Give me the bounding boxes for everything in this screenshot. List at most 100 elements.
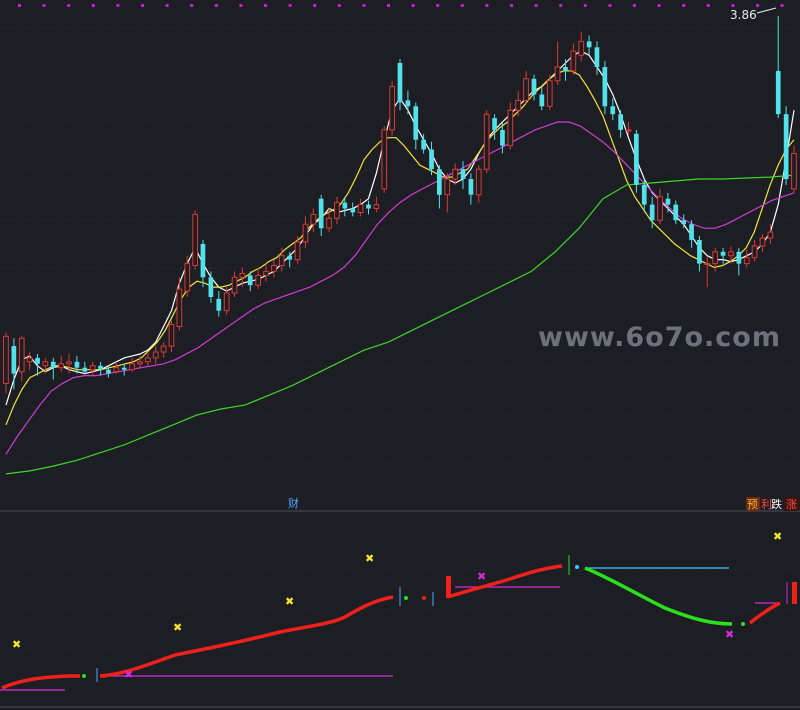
candle [82,361,88,374]
indicator-dot-5 [741,622,745,626]
top-marker-dot [91,4,95,7]
candle [791,145,797,193]
top-marker-dot [780,4,784,7]
candle [11,338,17,390]
top-marker-dot [559,4,563,7]
candle-body [366,204,371,209]
candle-body [98,365,103,370]
candle-body [278,255,285,266]
candle [483,110,490,174]
top-marker-dot [190,4,194,7]
candle [310,208,317,233]
top-marker-dot [214,4,218,7]
candle-body [176,288,183,328]
candle [413,102,419,150]
candle-body [121,367,127,370]
indicator-label-3: 跌 [771,497,782,511]
top-marker-dot [534,4,538,7]
marker-x-3: ✖ [285,595,294,608]
candle-body [531,78,537,95]
candle-body [618,114,623,130]
candle-body [751,245,758,259]
candle [618,110,623,138]
marker-x-8: ✖ [725,628,734,641]
candle [176,277,183,331]
max-price-pointer [756,7,777,14]
top-marker-dot [313,4,317,7]
candle-body [247,275,253,286]
candle [381,125,388,193]
candle-body [413,106,419,140]
candle [673,200,679,225]
candle [26,352,33,370]
top-marker-dot [608,4,612,7]
top-marker-dot [67,4,71,7]
candle [759,234,766,252]
candle-body [3,335,9,384]
indicator-label-1: 预 [747,498,758,511]
candle-body [294,241,301,261]
candle [302,216,309,248]
top-marker-dot [510,4,513,7]
candle [184,255,191,297]
candle [610,98,616,121]
marker-x-6: ✖ [124,668,133,681]
candle [775,15,781,119]
candle-body [239,272,246,278]
candle [200,240,206,288]
candle [255,267,262,290]
candle-body [437,169,442,195]
candle [563,59,568,81]
candle [192,210,199,270]
candle [578,31,585,62]
candle [357,198,364,217]
candle [318,194,324,236]
candle-body [728,251,734,257]
candle-body [318,198,324,229]
candle [444,173,451,213]
candle [460,161,466,189]
candle [437,165,442,209]
candle-body [539,94,545,107]
marker-x-7: ✖ [477,570,486,583]
candle-body [35,357,40,364]
candle-body [137,361,143,365]
candle [58,355,64,372]
candle-body [665,198,671,205]
candle [539,86,545,111]
candle [602,61,608,115]
indicator-bar-2 [792,582,797,604]
top-marker-dot [239,4,243,7]
indicator-label-4: 涨 [786,498,797,511]
candle [89,361,96,376]
candle [98,361,103,376]
candle-body [673,204,679,221]
candle-body [468,179,474,195]
candle [586,35,592,56]
top-marker-dot [633,4,636,7]
top-marker-dot [436,4,440,7]
candle-body [184,263,191,292]
top-marker-dot [337,4,341,7]
top-marker-dot [411,4,415,7]
candle-body [50,361,56,368]
candle-body [507,109,514,147]
candle [350,202,356,217]
candle [712,247,718,272]
candle [468,173,474,205]
candle [373,196,380,213]
candle-body [712,251,718,265]
watermark-text: www.6o7o.com [538,322,781,353]
candle-body [743,257,750,265]
candle-body [255,274,262,286]
indicator-bar-1 [446,576,451,598]
candle-body [483,113,490,170]
candle [554,41,561,85]
top-marker-dot [264,4,267,7]
candle-body [350,208,356,213]
candle-body [634,133,639,185]
candle [294,236,301,264]
candle [657,188,663,225]
candle-body [767,231,774,239]
candle [405,90,411,115]
